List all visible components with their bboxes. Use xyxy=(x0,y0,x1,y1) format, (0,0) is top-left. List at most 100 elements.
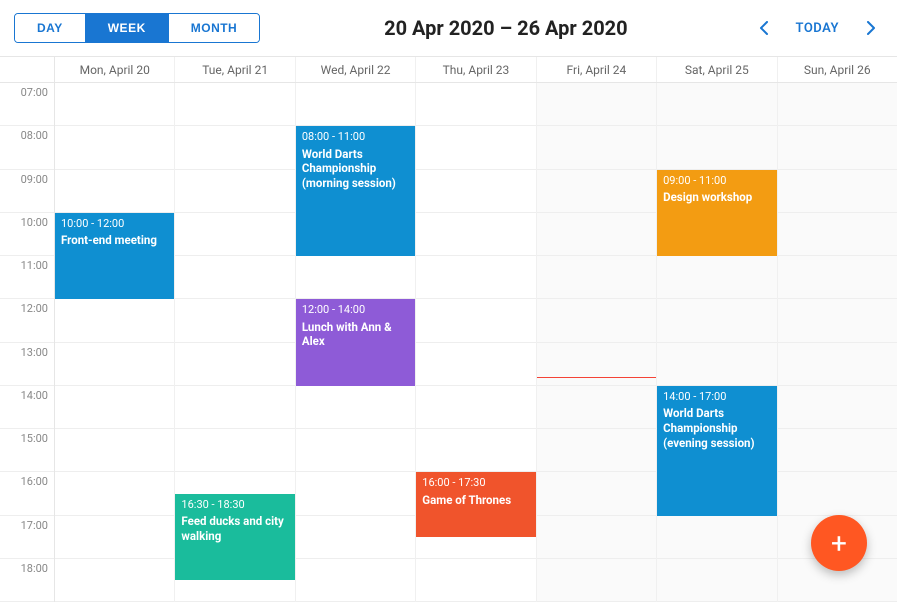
hour-cell[interactable] xyxy=(416,559,535,602)
hour-cell[interactable] xyxy=(537,126,656,169)
hour-cell[interactable] xyxy=(55,516,174,559)
hour-cell[interactable] xyxy=(537,559,656,602)
hour-cell[interactable] xyxy=(778,256,897,299)
hour-cell[interactable] xyxy=(416,126,535,169)
event[interactable]: 16:30 - 18:30Feed ducks and city walking xyxy=(175,494,294,581)
view-day-button[interactable]: DAY xyxy=(15,14,85,42)
event-title: Lunch with Ann & Alex xyxy=(302,320,409,350)
event-title: Design workshop xyxy=(663,190,770,205)
days-area[interactable]: 10:00 - 12:00Front-end meeting 16:30 - 18… xyxy=(55,83,897,602)
hour-cell[interactable] xyxy=(175,126,294,169)
hour-cell[interactable] xyxy=(55,343,174,386)
day-column[interactable]: 09:00 - 11:00Design workshop 14:00 - 17:0… xyxy=(657,83,777,602)
hour-cell[interactable] xyxy=(55,429,174,472)
hour-cell[interactable] xyxy=(778,472,897,515)
hour-cell[interactable] xyxy=(657,516,776,559)
event[interactable]: 16:00 - 17:30Game of Thrones xyxy=(416,472,535,537)
day-column[interactable] xyxy=(537,83,657,602)
hour-cell[interactable] xyxy=(537,516,656,559)
hour-cell[interactable] xyxy=(537,83,656,126)
hour-cell[interactable] xyxy=(657,256,776,299)
hour-label: 09:00 xyxy=(0,170,54,213)
hour-cell[interactable] xyxy=(778,386,897,429)
hour-cell[interactable] xyxy=(537,299,656,342)
hour-cell[interactable] xyxy=(416,83,535,126)
hour-cell[interactable] xyxy=(175,299,294,342)
hour-label: 15:00 xyxy=(0,429,54,472)
hour-cell[interactable] xyxy=(296,429,415,472)
event[interactable]: 14:00 - 17:00 World Darts Championship (e… xyxy=(657,386,776,516)
hour-cell[interactable] xyxy=(55,472,174,515)
hour-cell[interactable] xyxy=(296,256,415,299)
hour-cell[interactable] xyxy=(537,429,656,472)
event-time: 14:00 - 17:00 xyxy=(663,390,770,404)
day-header: Fri, April 24 xyxy=(537,57,657,82)
hour-cell[interactable] xyxy=(296,559,415,602)
hour-cell[interactable] xyxy=(175,213,294,256)
hour-cell[interactable] xyxy=(657,559,776,602)
hour-cell[interactable] xyxy=(175,343,294,386)
event[interactable]: 08:00 - 11:00World Darts Championship (m… xyxy=(296,126,415,256)
day-column[interactable]: 16:30 - 18:30Feed ducks and city walking xyxy=(175,83,295,602)
hour-label: 12:00 xyxy=(0,299,54,342)
event[interactable]: 12:00 - 14:00 Lunch with Ann & Alex xyxy=(296,299,415,386)
hour-cell[interactable] xyxy=(175,170,294,213)
hour-cell[interactable] xyxy=(416,170,535,213)
hour-cell[interactable] xyxy=(416,429,535,472)
hour-cell[interactable] xyxy=(296,386,415,429)
hour-cell[interactable] xyxy=(778,126,897,169)
grid-body[interactable]: 07:0008:0009:0010:0011:0012:0013:0014:00… xyxy=(0,83,897,602)
hour-cell[interactable] xyxy=(778,343,897,386)
hour-cell[interactable] xyxy=(537,472,656,515)
hour-cell[interactable] xyxy=(296,472,415,515)
hour-cell[interactable] xyxy=(657,83,776,126)
hour-cell[interactable] xyxy=(537,386,656,429)
hour-cell[interactable] xyxy=(55,386,174,429)
hour-cell[interactable] xyxy=(55,126,174,169)
view-week-button[interactable]: WEEK xyxy=(85,14,168,42)
hour-cell[interactable] xyxy=(416,213,535,256)
hour-cell[interactable] xyxy=(55,299,174,342)
hour-cell[interactable] xyxy=(296,516,415,559)
hour-cell[interactable] xyxy=(175,83,294,126)
day-column[interactable]: 10:00 - 12:00Front-end meeting xyxy=(55,83,175,602)
day-column[interactable]: 08:00 - 11:00World Darts Championship (m… xyxy=(296,83,416,602)
add-event-fab[interactable]: + xyxy=(811,515,867,571)
event-time: 16:00 - 17:30 xyxy=(422,476,529,490)
day-header: Wed, April 22 xyxy=(296,57,416,82)
event[interactable]: 09:00 - 11:00Design workshop xyxy=(657,170,776,257)
hour-cell[interactable] xyxy=(175,429,294,472)
hour-cell[interactable] xyxy=(657,126,776,169)
hour-cell[interactable] xyxy=(537,256,656,299)
hour-cell[interactable] xyxy=(537,170,656,213)
day-column[interactable]: 16:00 - 17:30Game of Thrones xyxy=(416,83,536,602)
event[interactable]: 10:00 - 12:00Front-end meeting xyxy=(55,213,174,300)
today-button[interactable]: TODAY xyxy=(790,17,846,40)
hour-cell[interactable] xyxy=(296,83,415,126)
next-week-button[interactable] xyxy=(859,16,883,40)
hour-cell[interactable] xyxy=(778,213,897,256)
hour-cell[interactable] xyxy=(416,386,535,429)
hour-cell[interactable] xyxy=(416,256,535,299)
hour-cell[interactable] xyxy=(778,170,897,213)
hour-cell[interactable] xyxy=(175,386,294,429)
hour-cell[interactable] xyxy=(55,83,174,126)
event-time: 12:00 - 14:00 xyxy=(302,303,409,317)
day-header: Tue, April 21 xyxy=(175,57,295,82)
hour-cell[interactable] xyxy=(778,299,897,342)
hour-cell[interactable] xyxy=(55,170,174,213)
hour-cell[interactable] xyxy=(416,299,535,342)
hour-cell[interactable] xyxy=(657,299,776,342)
hour-cell[interactable] xyxy=(55,559,174,602)
nav-controls: TODAY xyxy=(752,16,884,40)
hour-cell[interactable] xyxy=(778,429,897,472)
hour-cell[interactable] xyxy=(657,343,776,386)
view-month-button[interactable]: MONTH xyxy=(168,14,260,42)
hour-cell[interactable] xyxy=(416,343,535,386)
hour-cell[interactable] xyxy=(537,343,656,386)
hour-cell[interactable] xyxy=(175,256,294,299)
prev-week-button[interactable] xyxy=(752,16,776,40)
hour-cell[interactable] xyxy=(778,83,897,126)
hour-cell[interactable] xyxy=(537,213,656,256)
event-title: World Darts Championship (evening sessio… xyxy=(663,406,770,451)
